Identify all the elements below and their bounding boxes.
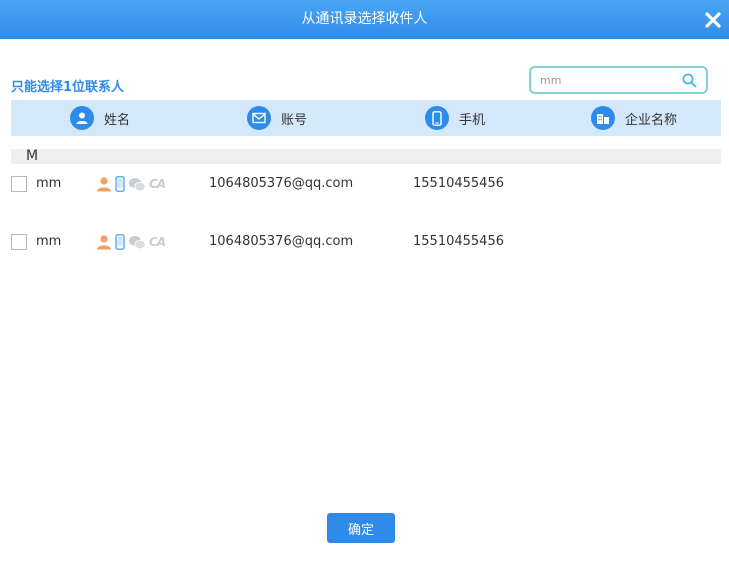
person-icon <box>97 177 111 192</box>
contact-icons: CA <box>96 233 168 251</box>
column-company: 企业名称 <box>591 106 677 130</box>
table-row[interactable]: mm CA 1064805376@qq.com 15510455456 <box>11 232 721 252</box>
contact-name: mm <box>36 176 62 191</box>
mobile-icon <box>425 106 449 130</box>
search-input[interactable] <box>540 71 680 89</box>
selection-hint: 只能选择1位联系人 <box>11 80 125 95</box>
wechat-icon <box>128 235 146 249</box>
company-icon <box>591 106 615 130</box>
contact-phone: 15510455456 <box>413 234 504 249</box>
mobile-icon <box>115 176 125 192</box>
person-icon <box>97 235 111 250</box>
close-icon[interactable] <box>704 11 722 29</box>
search-icon[interactable] <box>682 73 697 88</box>
mail-icon <box>247 106 271 130</box>
person-icon <box>70 106 94 130</box>
column-account-label: 账号 <box>281 112 308 128</box>
contact-checkbox[interactable] <box>11 176 27 192</box>
search-box[interactable] <box>529 66 708 94</box>
column-name-label: 姓名 <box>104 112 131 128</box>
column-company-label: 企业名称 <box>625 112 678 128</box>
contact-phone: 15510455456 <box>413 176 504 191</box>
contact-account: 1064805376@qq.com <box>209 234 354 249</box>
mobile-icon <box>115 234 125 250</box>
dialog-title: 从通讯录选择收件人 <box>301 11 428 27</box>
contact-checkbox[interactable] <box>11 234 27 250</box>
column-header: 姓名 账号 手机 企业名称 <box>11 100 721 136</box>
table-row[interactable]: mm CA 1064805376@qq.com 15510455456 <box>11 174 721 194</box>
group-header: M <box>11 149 721 164</box>
wechat-icon <box>128 177 146 191</box>
confirm-button[interactable]: 确定 <box>327 513 395 543</box>
column-name: 姓名 <box>70 106 130 130</box>
contact-name: mm <box>36 234 62 249</box>
contact-icons: CA <box>96 175 168 193</box>
column-phone-label: 手机 <box>459 112 486 128</box>
ca-icon: CA <box>149 177 166 191</box>
column-phone: 手机 <box>425 106 485 130</box>
dialog-titlebar: 从通讯录选择收件人 <box>0 0 729 39</box>
ca-icon: CA <box>149 235 166 249</box>
column-account: 账号 <box>247 106 307 130</box>
contact-account: 1064805376@qq.com <box>209 176 354 191</box>
